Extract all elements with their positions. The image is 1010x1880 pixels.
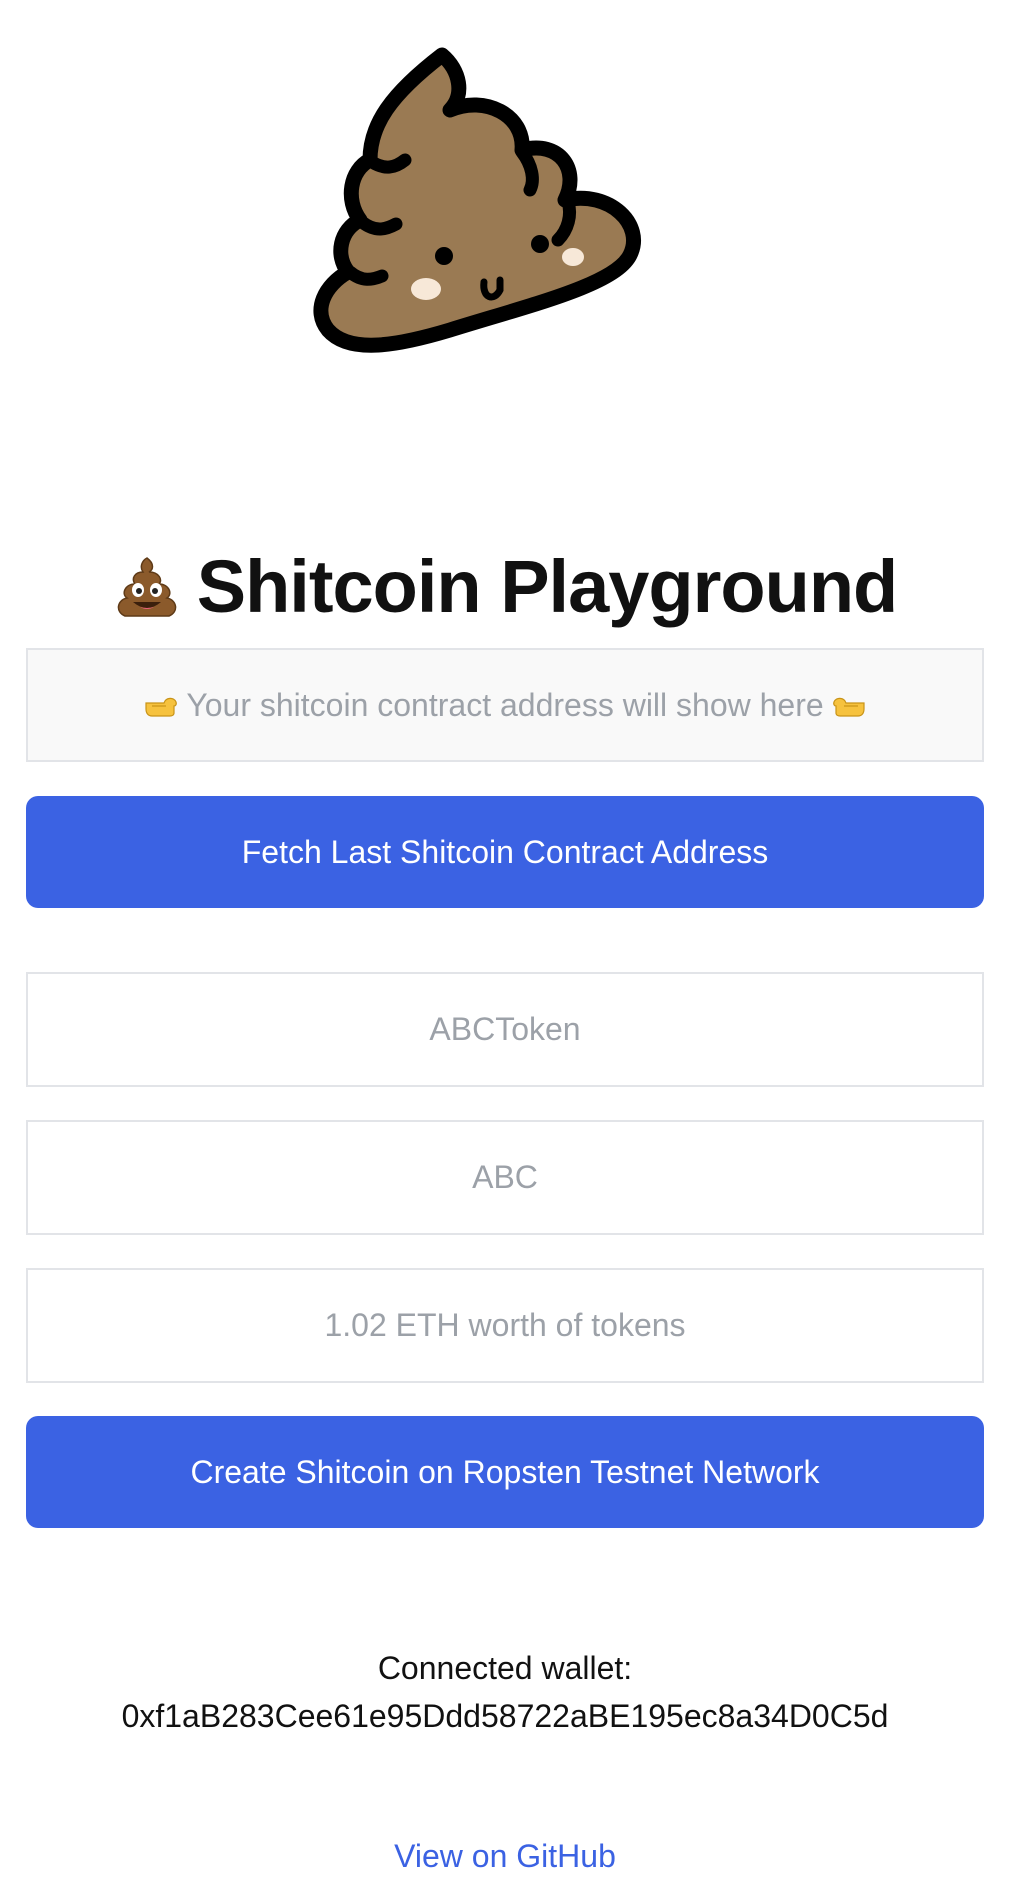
footer: View on GitHub bbox=[0, 1832, 1010, 1880]
page-title: Shitcoin Playground bbox=[0, 549, 1010, 624]
connected-wallet-address: 0xf1aB283Cee61e95Ddd58722aBE195ec8a34D0C… bbox=[121, 1698, 889, 1734]
page-title-text: Shitcoin Playground bbox=[196, 544, 898, 628]
eth-amount-input[interactable] bbox=[26, 1268, 984, 1383]
contract-address-display: Your shitcoin contract address will show… bbox=[26, 648, 984, 762]
connected-wallet: Connected wallet: 0xf1aB283Cee61e95Ddd58… bbox=[0, 1644, 1010, 1740]
token-name-input[interactable] bbox=[26, 972, 984, 1087]
fetch-contract-address-button[interactable]: Fetch Last Shitcoin Contract Address bbox=[26, 796, 984, 908]
connected-wallet-label: Connected wallet: bbox=[377, 1650, 633, 1686]
create-shitcoin-button[interactable]: Create Shitcoin on Ropsten Testnet Netwo… bbox=[26, 1416, 984, 1528]
github-link[interactable]: View on GitHub bbox=[394, 1838, 616, 1874]
poop-mascot-icon bbox=[313, 47, 641, 353]
pointing-right-hand-icon bbox=[145, 697, 178, 717]
contract-address-placeholder: Your shitcoin contract address will show… bbox=[186, 686, 824, 723]
pointing-left-hand-icon bbox=[832, 697, 865, 717]
token-symbol-input[interactable] bbox=[26, 1120, 984, 1235]
poop-emoji-icon bbox=[117, 556, 176, 617]
